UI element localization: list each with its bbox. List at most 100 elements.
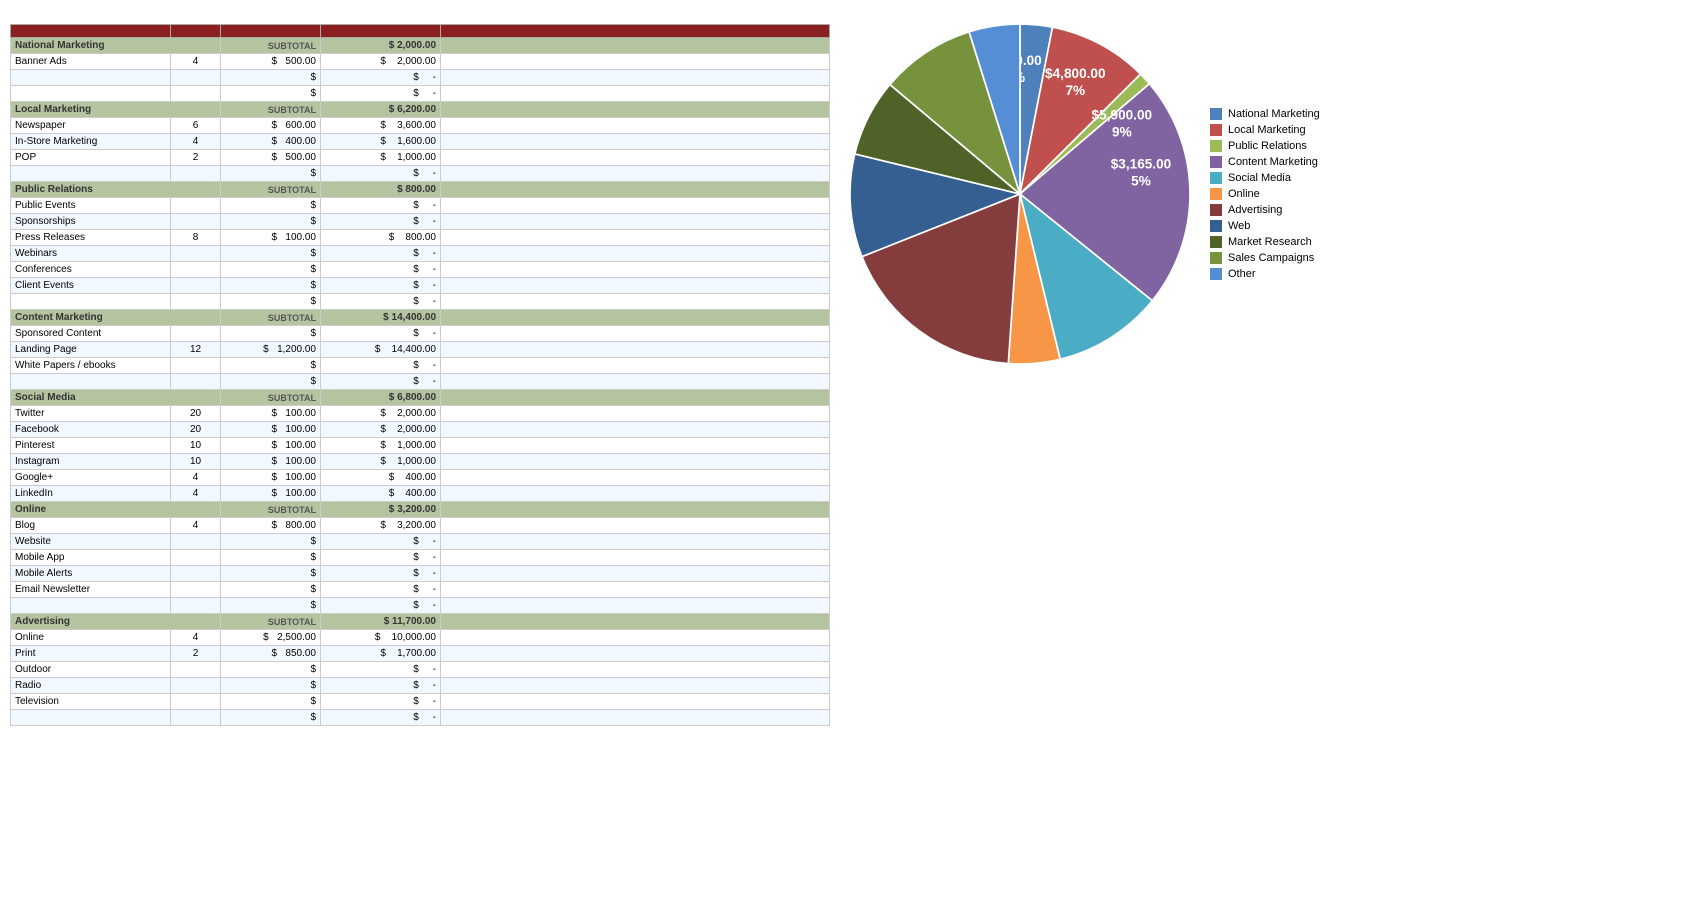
item-subtotal: $ -: [321, 566, 441, 582]
item-qty: [171, 566, 221, 582]
item-comments: [441, 646, 830, 662]
item-cost: $ 500.00: [221, 54, 321, 70]
item-subtotal: $ -: [321, 534, 441, 550]
item-comments: [441, 294, 830, 310]
item-qty: 20: [171, 422, 221, 438]
item-qty: [171, 262, 221, 278]
legend-label: Social Media: [1228, 172, 1291, 184]
item-subtotal: $ 2,000.00: [321, 422, 441, 438]
col-qty: [171, 25, 221, 38]
item-subtotal: $ 3,600.00: [321, 118, 441, 134]
item-cost: $ 100.00: [221, 486, 321, 502]
item-qty: [171, 166, 221, 182]
item-name: Conferences: [11, 262, 171, 278]
item-name: [11, 294, 171, 310]
pie-label-amount: $4,800.00: [1045, 66, 1105, 81]
item-comments: [441, 454, 830, 470]
item-cost: $ 1,200.00: [221, 342, 321, 358]
item-cost: $: [221, 278, 321, 294]
category-name: Local Marketing: [11, 102, 221, 118]
item-cost: $: [221, 662, 321, 678]
category-subtotal-label: SUBTOTAL: [221, 38, 321, 54]
item-subtotal: $ 10,000.00: [321, 630, 441, 646]
item-cost: $: [221, 294, 321, 310]
item-name: Webinars: [11, 246, 171, 262]
item-qty: [171, 358, 221, 374]
data-row: Mobile App $ $ -: [11, 550, 830, 566]
item-cost: $: [221, 582, 321, 598]
item-subtotal: $ -: [321, 70, 441, 86]
item-qty: [171, 678, 221, 694]
data-row: White Papers / ebooks $ $ -: [11, 358, 830, 374]
item-subtotal: $ -: [321, 678, 441, 694]
item-qty: 6: [171, 118, 221, 134]
legend-item: Online: [1210, 188, 1320, 200]
category-name: National Marketing: [11, 38, 221, 54]
item-comments: [441, 214, 830, 230]
item-cost: $: [221, 246, 321, 262]
pie-label-amount: $5,900.00: [1092, 107, 1152, 122]
legend-label: Other: [1228, 268, 1256, 280]
legend-swatch: [1210, 172, 1222, 184]
item-subtotal: $ -: [321, 326, 441, 342]
item-comments: [441, 374, 830, 390]
data-row: Television $ $ -: [11, 694, 830, 710]
item-subtotal: $ 1,600.00: [321, 134, 441, 150]
item-name: Sponsorships: [11, 214, 171, 230]
item-name: POP: [11, 150, 171, 166]
legend-swatch: [1210, 188, 1222, 200]
item-cost: $ 800.00: [221, 518, 321, 534]
category-name: Public Relations: [11, 182, 221, 198]
data-row: Public Events $ $ -: [11, 198, 830, 214]
chart-legend: National Marketing Local Marketing Publi…: [1210, 108, 1320, 280]
main-layout: National Marketing SUBTOTAL $ 2,000.00 B…: [10, 24, 1675, 726]
legend-swatch: [1210, 156, 1222, 168]
legend-item: Public Relations: [1210, 140, 1320, 152]
item-comments: [441, 678, 830, 694]
legend-item: Advertising: [1210, 204, 1320, 216]
item-name: Newspaper: [11, 118, 171, 134]
item-subtotal: $ -: [321, 550, 441, 566]
item-qty: 10: [171, 438, 221, 454]
item-qty: [171, 70, 221, 86]
data-row: Online 4 $ 2,500.00 $ 10,000.00: [11, 630, 830, 646]
data-row: Google+ 4 $ 100.00 $ 400.00: [11, 470, 830, 486]
item-name: Print: [11, 646, 171, 662]
data-row: Email Newsletter $ $ -: [11, 582, 830, 598]
item-qty: [171, 662, 221, 678]
legend-swatch: [1210, 124, 1222, 136]
item-subtotal: $ 1,000.00: [321, 454, 441, 470]
pie-chart: $2,000.003%$6,200.0010%$800.001%$14,400.…: [850, 24, 1190, 364]
item-name: Radio: [11, 678, 171, 694]
data-row: $ $ -: [11, 166, 830, 182]
item-qty: 4: [171, 134, 221, 150]
category-row: Local Marketing SUBTOTAL $ 6,200.00: [11, 102, 830, 118]
item-subtotal: $ 3,200.00: [321, 518, 441, 534]
data-row: $ $ -: [11, 374, 830, 390]
item-comments: [441, 694, 830, 710]
col-campaign: [11, 25, 171, 38]
legend-label: National Marketing: [1228, 108, 1320, 120]
budget-table-wrap: National Marketing SUBTOTAL $ 2,000.00 B…: [10, 24, 830, 726]
item-qty: [171, 86, 221, 102]
item-subtotal: $ 1,000.00: [321, 438, 441, 454]
item-qty: 2: [171, 150, 221, 166]
item-cost: $ 100.00: [221, 406, 321, 422]
item-cost: $ 850.00: [221, 646, 321, 662]
data-row: Press Releases 8 $ 100.00 $ 800.00: [11, 230, 830, 246]
legend-swatch: [1210, 204, 1222, 216]
item-subtotal: $ -: [321, 662, 441, 678]
item-comments: [441, 198, 830, 214]
item-name: [11, 710, 171, 726]
item-cost: $: [221, 198, 321, 214]
data-row: Twitter 20 $ 100.00 $ 2,000.00: [11, 406, 830, 422]
item-comments: [441, 582, 830, 598]
item-name: Website: [11, 534, 171, 550]
data-row: Radio $ $ -: [11, 678, 830, 694]
item-subtotal: $ 1,700.00: [321, 646, 441, 662]
item-cost: $ 2,500.00: [221, 630, 321, 646]
pie-label-pct: 9%: [1112, 124, 1132, 139]
legend-item: Content Marketing: [1210, 156, 1320, 168]
item-qty: [171, 598, 221, 614]
item-cost: $ 600.00: [221, 118, 321, 134]
